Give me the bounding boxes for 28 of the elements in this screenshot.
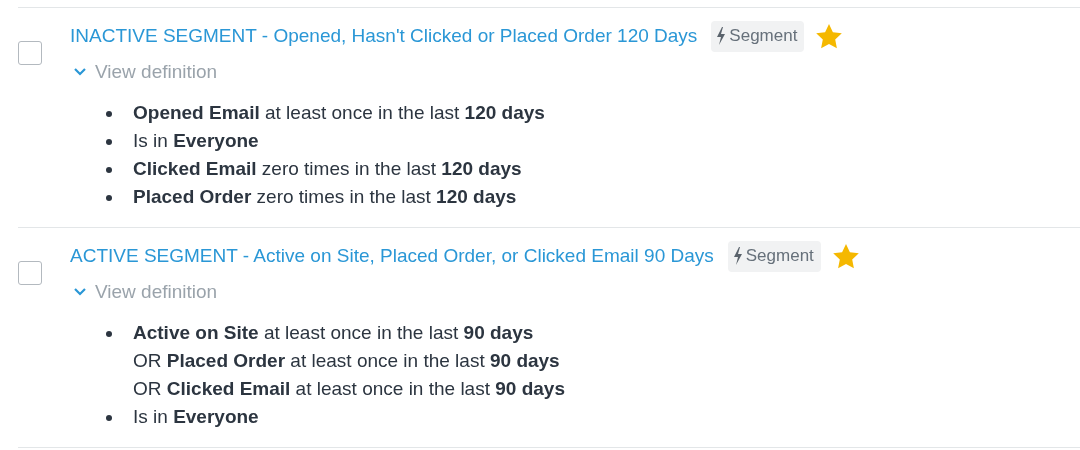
view-definition-toggle[interactable]: View definition	[70, 278, 218, 306]
bullet-icon	[106, 331, 112, 337]
definition-line: OR Placed Order at least once in the last 90 days	[133, 349, 561, 373]
definition-line: OR Clicked Email at least once in the last 90 days	[133, 377, 565, 401]
star-icon[interactable]	[831, 242, 860, 270]
tag-label: Segment	[729, 26, 798, 46]
tag-label: Segment	[745, 246, 814, 266]
definition-line: Active on Site at least once in the last 90 days	[133, 321, 535, 345]
bullet-icon	[106, 415, 112, 421]
segment-title-link[interactable]: INACTIVE SEGMENT - Opened, Hasn't Clicked or Placed Order 120 Days	[70, 25, 698, 47]
chevron-icon	[74, 288, 86, 296]
bullet-icon	[106, 195, 112, 201]
definition-line: Opened Email at least once in the last 120 days	[133, 101, 545, 125]
bullet-icon	[106, 167, 112, 173]
checkbox[interactable]	[18, 41, 42, 65]
lightning-icon	[732, 247, 743, 265]
checkbox[interactable]	[18, 261, 42, 285]
definition-line: Is in Everyone	[133, 129, 259, 153]
definition-line: Placed Order zero times in the last 120 days	[133, 185, 517, 209]
bullet-icon	[106, 111, 112, 117]
definition-line: Is in Everyone	[133, 405, 259, 429]
chevron-icon	[74, 68, 86, 76]
segment-title-link[interactable]: ACTIVE SEGMENT - Active on Site, Placed Order, or Clicked Email 90 Days	[70, 245, 714, 267]
star-icon[interactable]	[815, 22, 844, 50]
lightning-icon	[716, 27, 727, 45]
definition-line: Clicked Email zero times in the last 120 days	[133, 157, 522, 181]
view-definition-toggle[interactable]: View definition	[70, 58, 218, 86]
bullet-icon	[106, 139, 112, 145]
